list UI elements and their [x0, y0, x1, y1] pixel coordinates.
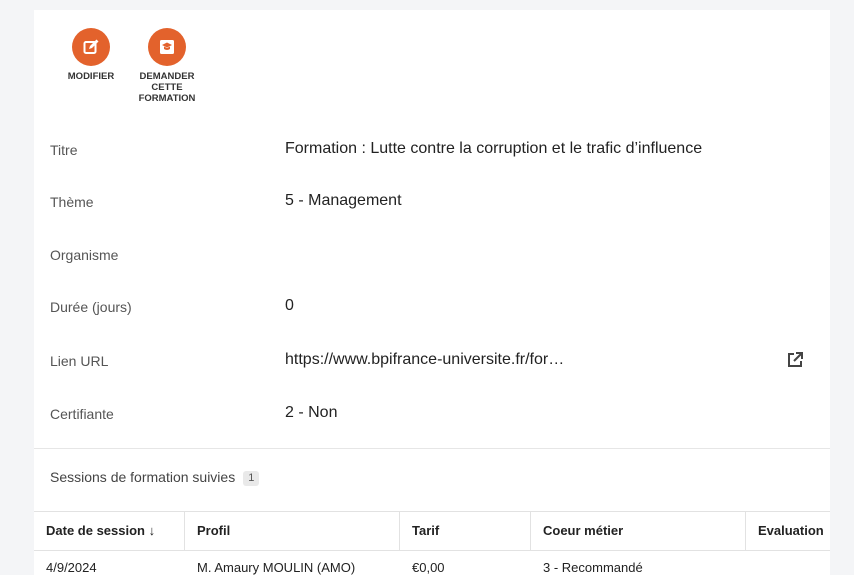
field-label: Certifiante [50, 406, 114, 422]
section-divider [34, 448, 830, 449]
formation-detail-card: MODIFIER DEMANDER CETTE FORMATION Titre … [34, 10, 830, 575]
sessions-table-header: Date de session ↓ Profil Tarif Coeur mét… [34, 511, 830, 551]
field-organisme: Organisme [34, 245, 830, 297]
sessions-count-badge: 1 [243, 471, 260, 486]
modifier-button[interactable]: MODIFIER [63, 28, 119, 82]
graduation-icon [148, 28, 186, 66]
column-profil[interactable]: Profil [185, 512, 400, 550]
field-label: Titre [50, 142, 78, 158]
cell-tarif: €0,00 [412, 560, 445, 575]
url-link[interactable]: https://www.bpifrance-universite.fr/for… [285, 349, 564, 371]
column-evaluation[interactable]: Evaluation [746, 512, 830, 550]
field-label: Thème [50, 194, 94, 210]
field-lien-url: Lien URL https://www.bpifrance-universit… [34, 351, 830, 403]
action-bar: MODIFIER DEMANDER CETTE FORMATION [34, 10, 254, 120]
field-value: Formation : Lutte contre la corruption e… [285, 140, 703, 157]
field-theme: Thème 5 - Management [34, 192, 830, 244]
field-titre: Titre Formation : Lutte contre la corrup… [34, 140, 830, 192]
field-label: Durée (jours) [50, 299, 132, 315]
sessions-header: Sessions de formation suivies 1 [50, 467, 260, 487]
column-tarif[interactable]: Tarif [400, 512, 531, 550]
column-coeur-metier[interactable]: Coeur métier [531, 512, 746, 550]
field-value: 5 - Management [285, 192, 402, 209]
field-value: 0 [285, 297, 294, 314]
external-link-icon[interactable] [785, 350, 805, 370]
field-duree: Durée (jours) 0 [34, 297, 830, 349]
field-label: Organisme [50, 247, 119, 263]
field-value: 2 - Non [285, 404, 338, 421]
field-label: Lien URL [50, 353, 109, 369]
demander-label: DEMANDER CETTE FORMATION [138, 71, 196, 104]
cell-profil: M. Amaury MOULIN (AMO) [197, 560, 356, 575]
table-row[interactable]: 4/9/2024 M. Amaury MOULIN (AMO) €0,00 3 … [34, 550, 830, 575]
demander-formation-button[interactable]: DEMANDER CETTE FORMATION [128, 28, 206, 104]
cell-coeur-metier: 3 - Recommandé [543, 560, 643, 575]
modifier-label: MODIFIER [67, 71, 115, 82]
edit-icon [72, 28, 110, 66]
column-date-session[interactable]: Date de session ↓ [34, 512, 185, 550]
cell-date: 4/9/2024 [46, 560, 97, 575]
sessions-title: Sessions de formation suivies [50, 469, 236, 485]
